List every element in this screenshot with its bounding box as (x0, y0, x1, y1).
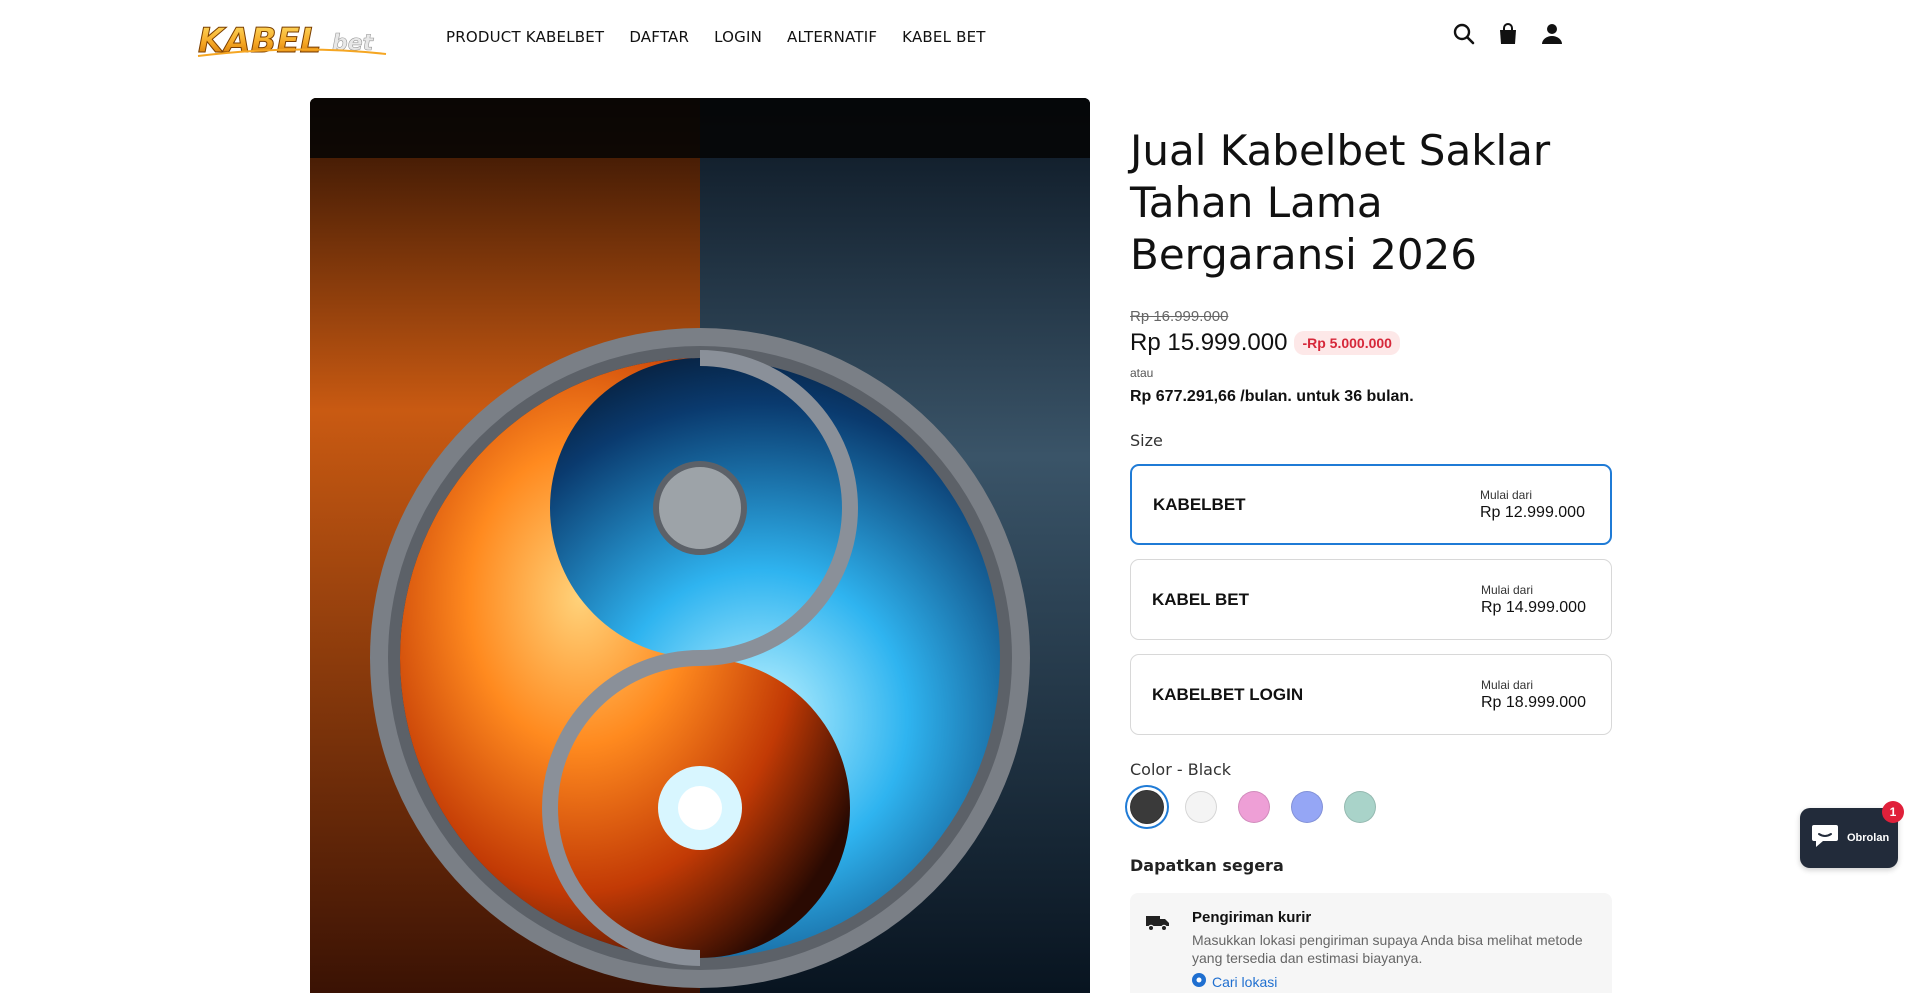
find-location-label: Cari lokasi (1212, 973, 1278, 990)
location-pin-icon (1192, 973, 1206, 990)
header-actions (1452, 22, 1564, 46)
search-icon[interactable] (1452, 22, 1476, 46)
delivery-description: Masukkan lokasi pengiriman supaya Anda b… (1192, 932, 1583, 966)
size-from-label: Mulai dari (1480, 487, 1533, 502)
size-price: Rp 12.999.000 (1480, 503, 1585, 521)
chat-label: Obrolan (1847, 832, 1890, 844)
discount-badge: -Rp 5.000.000 (1294, 331, 1400, 355)
swatch-black[interactable] (1130, 790, 1164, 824)
size-price: Rp 18.999.000 (1481, 693, 1586, 711)
or-label: atau (1130, 366, 1154, 380)
product-title: Jual Kabelbet Saklar Tahan Lama Bergaran… (1130, 126, 1551, 279)
product-image[interactable] (310, 98, 1090, 993)
size-option-name: KABELBET LOGIN (1152, 684, 1304, 704)
size-price-wrap: Mulai dari Rp 14.999.000 (1481, 583, 1591, 617)
size-label: Size (1130, 431, 1163, 450)
delivery-box: Pengiriman kurir Masukkan lokasi pengiri… (1130, 893, 1612, 993)
get-now-heading: Dapatkan segera (1130, 856, 1284, 875)
size-from-label: Mulai dari (1481, 677, 1534, 692)
nav-daftar[interactable]: DAFTAR (629, 28, 689, 46)
nav-product-kabelbet[interactable]: PRODUCT KABELBET (446, 28, 604, 46)
site-header: KABEL bet PRODUCT KABELBET DAFTAR LOGIN … (0, 0, 1920, 72)
cart-bag-icon[interactable] (1496, 22, 1520, 46)
swatch-periwinkle[interactable] (1291, 791, 1323, 823)
size-price: Rp 14.999.000 (1481, 598, 1586, 616)
installment-text: Rp 677.291,66 /bulan. untuk 36 bulan. (1130, 388, 1414, 405)
account-icon[interactable] (1540, 22, 1564, 46)
size-option-kabel-bet[interactable]: KABEL BET Mulai dari Rp 14.999.000 (1130, 559, 1612, 640)
main-nav: PRODUCT KABELBET DAFTAR LOGIN ALTERNATIF… (446, 28, 986, 46)
find-location-link[interactable]: Cari lokasi (1192, 973, 1596, 990)
size-price-wrap: Mulai dari Rp 12.999.000 (1480, 488, 1590, 522)
chat-bubble-icon (1811, 823, 1839, 854)
size-from-label: Mulai dari (1481, 582, 1534, 597)
size-option-name: KABELBET (1153, 494, 1246, 514)
size-option-kabelbet-login[interactable]: KABELBET LOGIN Mulai dari Rp 18.999.000 (1130, 654, 1612, 735)
product-info: Jual Kabelbet Saklar Tahan Lama Bergaran… (1130, 98, 1612, 993)
color-label: Color - Black (1130, 760, 1232, 779)
color-swatches (1130, 790, 1612, 824)
swatch-white[interactable] (1185, 791, 1217, 823)
delivery-title: Pengiriman kurir (1192, 909, 1312, 926)
nav-kabel-bet[interactable]: KABEL BET (902, 28, 985, 46)
compare-price: Rp 16.999.000 (1130, 308, 1229, 325)
size-price-wrap: Mulai dari Rp 18.999.000 (1481, 678, 1591, 712)
price-row: Rp 15.999.000 -Rp 5.000.000 (1130, 329, 1612, 357)
nav-alternatif[interactable]: ALTERNATIF (787, 28, 877, 46)
swatch-pink[interactable] (1238, 791, 1270, 823)
size-option-name: KABEL BET (1152, 589, 1249, 609)
swatch-mint[interactable] (1344, 791, 1376, 823)
kabelbet-logo[interactable]: KABEL bet (196, 14, 392, 62)
chat-unread-badge: 1 (1882, 801, 1904, 823)
size-option-kabelbet[interactable]: KABELBET Mulai dari Rp 12.999.000 (1130, 464, 1612, 545)
nav-login[interactable]: LOGIN (714, 28, 762, 46)
truck-icon (1146, 913, 1170, 933)
sale-price: Rp 15.999.000 (1130, 329, 1288, 356)
